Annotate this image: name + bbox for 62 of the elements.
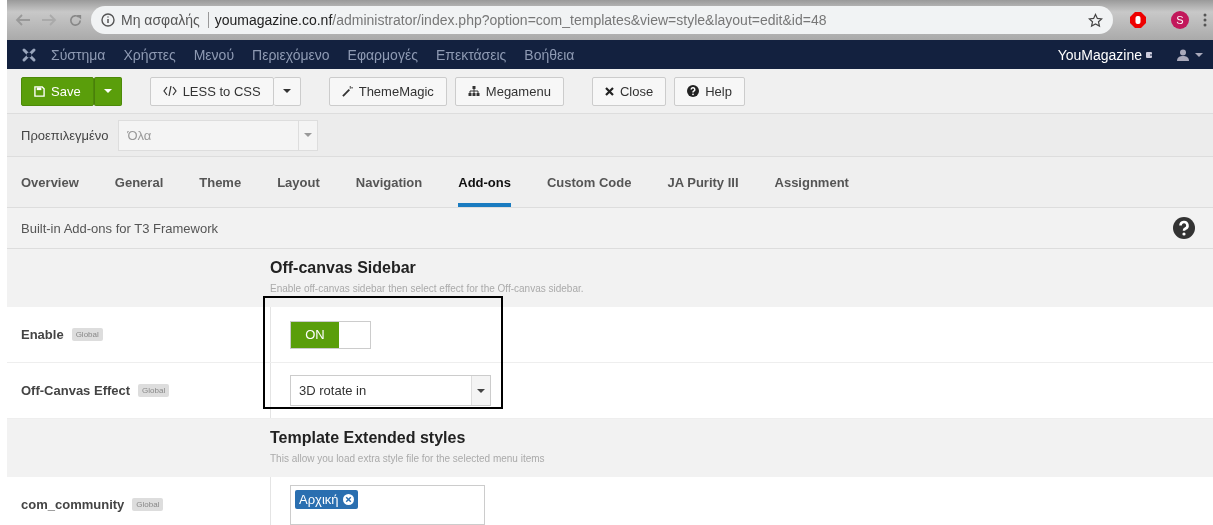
address-bar[interactable]: Μη ασφαλής youmagazine.co.nf/administrator/index.php?option=com_templates&view=style&layout=edit&id=48 [91,6,1113,34]
menu-item[interactable]: Εφαρμογές [347,46,418,63]
less-to-css-button[interactable]: LESS to CSS [149,76,274,106]
save-button[interactable]: Save [21,76,94,106]
tab[interactable]: Overview [21,157,79,207]
more-icon[interactable] [1203,13,1207,27]
toolbar-button[interactable]: Close [591,76,667,106]
field-label: Off-Canvas Effect [21,383,131,398]
external-link-icon [1146,50,1155,59]
star-icon[interactable] [1088,12,1103,28]
dropdown-toggle[interactable] [273,76,301,106]
sitemap-icon [467,85,480,97]
section-title: Template Extended styles [270,429,467,447]
tags-field[interactable]: Αρχική [290,484,485,525]
section-description: Enable off-canvas sidebar then select effect for the Off-canvas sidebar. [270,283,584,294]
tab[interactable]: Custom Code [546,157,632,207]
logo-icon[interactable] [21,46,37,63]
tab[interactable]: JA Purity III [667,157,739,207]
caret-icon [103,89,112,93]
toolbar-button[interactable]: ThemeMagic [328,76,447,106]
menu-item[interactable]: Μενού [193,46,235,63]
caret-icon [304,133,313,137]
caret-icon [477,388,485,393]
tag-chip[interactable]: Αρχική [295,489,358,509]
field-label: Enable [21,327,64,342]
profile-avatar[interactable]: S [1171,11,1189,29]
close-icon [604,86,614,96]
menu-item[interactable]: Περιεχόμενο [252,46,330,63]
effect-select[interactable]: 3D rotate in [290,375,491,406]
menu-item[interactable]: Επεκτάσεις [435,46,507,63]
menu-item[interactable]: Σύστημα [51,46,106,63]
magic-wand-icon [341,85,353,97]
section-description: This allow you load extra style file for the selected menu items [270,453,545,464]
tab[interactable]: Assignment [774,157,849,207]
security-label: Μη ασφαλής [121,12,209,28]
section-title: Off-canvas Sidebar [270,259,417,277]
tab[interactable]: Theme [199,157,242,207]
global-badge: Global [138,384,170,397]
toolbar-button[interactable]: Help [674,76,745,106]
global-badge: Global [132,498,164,511]
remove-icon[interactable] [342,493,354,505]
page-subtitle: Built-in Add-ons for T3 Framework [21,220,219,236]
filter-label: Προεπιλεγμένο [21,127,109,143]
code-icon [162,86,177,96]
caret-icon [282,89,291,93]
help-icon [687,85,700,97]
save-options-dropdown[interactable] [93,76,122,106]
tab[interactable]: General [114,157,164,207]
caret-icon[interactable] [1195,52,1203,57]
toggle-switch[interactable]: ON [290,320,371,349]
menu-item[interactable]: Βοήθεια [524,46,575,63]
url-text: youmagazine.co.nf/administrator/index.php?option=com_templates&view=style&layout=edit&id=48 [214,12,828,28]
field-label: com_community [21,497,125,512]
menu-item[interactable]: Χρήστες [123,46,176,63]
tab[interactable]: Layout [277,157,320,207]
toolbar-button[interactable]: Megamenu [454,76,564,106]
info-icon [101,13,115,27]
user-icon[interactable] [1177,48,1189,61]
site-link[interactable]: YouMagazine [1057,46,1142,63]
tab[interactable]: Navigation [355,157,423,207]
help-icon[interactable] [1173,217,1195,239]
global-badge: Global [71,328,103,341]
